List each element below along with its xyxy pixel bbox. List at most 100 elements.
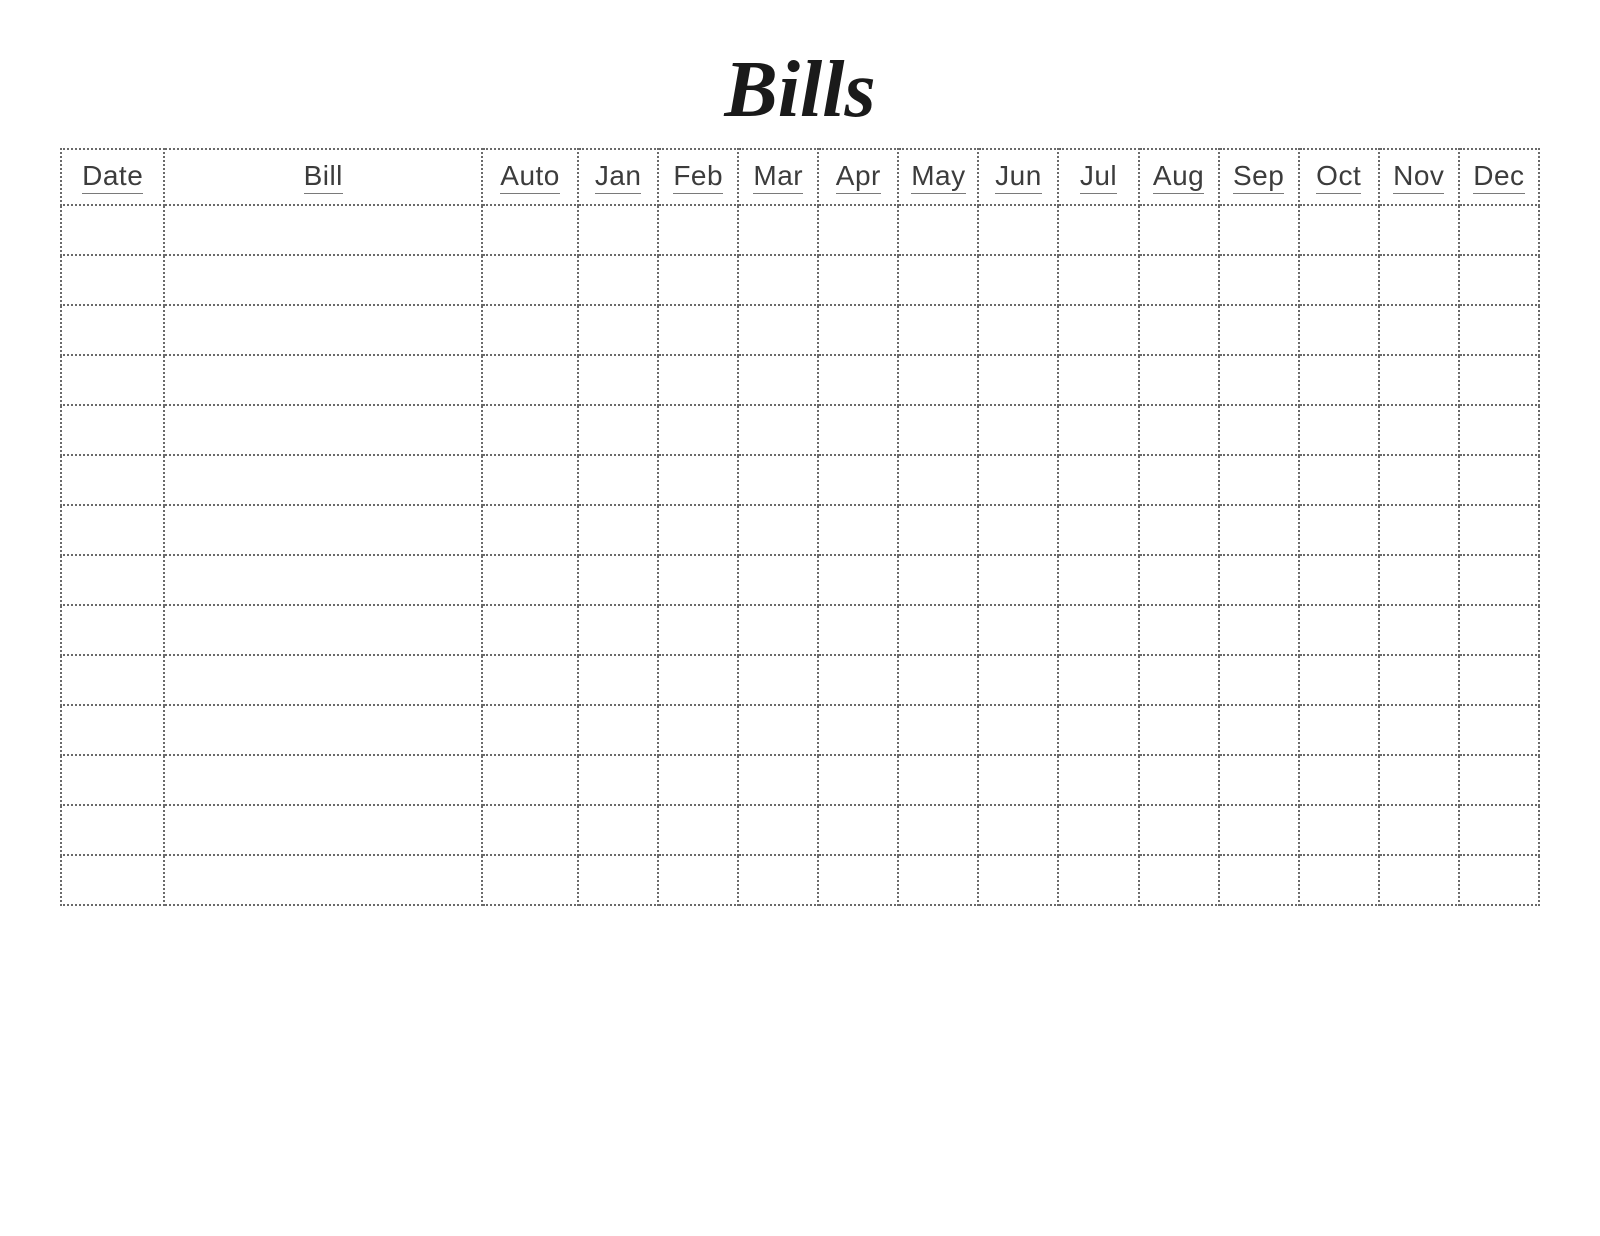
table-cell[interactable] — [738, 505, 818, 555]
table-cell[interactable] — [1139, 505, 1219, 555]
table-cell[interactable] — [818, 205, 898, 255]
table-cell[interactable] — [61, 755, 164, 805]
table-cell[interactable] — [1219, 355, 1299, 405]
table-cell[interactable] — [898, 305, 978, 355]
table-cell[interactable] — [1219, 255, 1299, 305]
table-cell[interactable] — [1379, 805, 1459, 855]
table-cell[interactable] — [578, 705, 658, 755]
table-cell[interactable] — [1139, 405, 1219, 455]
table-cell[interactable] — [578, 305, 658, 355]
table-cell[interactable] — [164, 555, 482, 605]
table-cell[interactable] — [898, 855, 978, 905]
table-cell[interactable] — [482, 705, 578, 755]
table-cell[interactable] — [1139, 255, 1219, 305]
table-cell[interactable] — [482, 405, 578, 455]
table-cell[interactable] — [482, 505, 578, 555]
table-cell[interactable] — [1058, 705, 1138, 755]
table-cell[interactable] — [1379, 655, 1459, 705]
table-cell[interactable] — [818, 655, 898, 705]
table-cell[interactable] — [1299, 455, 1379, 505]
table-cell[interactable] — [164, 655, 482, 705]
table-cell[interactable] — [61, 505, 164, 555]
table-cell[interactable] — [1299, 555, 1379, 605]
table-cell[interactable] — [1379, 555, 1459, 605]
table-cell[interactable] — [1139, 755, 1219, 805]
table-cell[interactable] — [1379, 505, 1459, 555]
table-cell[interactable] — [738, 855, 818, 905]
table-cell[interactable] — [978, 405, 1058, 455]
table-cell[interactable] — [1219, 855, 1299, 905]
table-cell[interactable] — [658, 405, 738, 455]
table-cell[interactable] — [61, 305, 164, 355]
table-cell[interactable] — [978, 855, 1058, 905]
table-cell[interactable] — [61, 855, 164, 905]
table-cell[interactable] — [978, 655, 1058, 705]
table-cell[interactable] — [818, 705, 898, 755]
table-cell[interactable] — [164, 205, 482, 255]
table-cell[interactable] — [1299, 355, 1379, 405]
table-cell[interactable] — [1299, 755, 1379, 805]
table-cell[interactable] — [978, 755, 1058, 805]
table-cell[interactable] — [482, 555, 578, 605]
table-cell[interactable] — [1139, 705, 1219, 755]
table-cell[interactable] — [482, 805, 578, 855]
table-cell[interactable] — [898, 805, 978, 855]
table-cell[interactable] — [1299, 655, 1379, 705]
table-cell[interactable] — [164, 455, 482, 505]
table-cell[interactable] — [578, 555, 658, 605]
table-cell[interactable] — [738, 355, 818, 405]
table-cell[interactable] — [1299, 605, 1379, 655]
table-cell[interactable] — [482, 255, 578, 305]
table-cell[interactable] — [818, 605, 898, 655]
table-cell[interactable] — [738, 405, 818, 455]
table-cell[interactable] — [578, 205, 658, 255]
table-cell[interactable] — [1299, 405, 1379, 455]
table-cell[interactable] — [1459, 605, 1539, 655]
table-cell[interactable] — [164, 255, 482, 305]
table-cell[interactable] — [1139, 605, 1219, 655]
table-cell[interactable] — [978, 505, 1058, 555]
table-cell[interactable] — [164, 305, 482, 355]
table-cell[interactable] — [898, 555, 978, 605]
table-cell[interactable] — [1058, 655, 1138, 705]
table-cell[interactable] — [578, 405, 658, 455]
table-cell[interactable] — [658, 305, 738, 355]
table-cell[interactable] — [818, 505, 898, 555]
table-cell[interactable] — [1139, 555, 1219, 605]
table-cell[interactable] — [818, 255, 898, 305]
table-cell[interactable] — [1299, 305, 1379, 355]
table-cell[interactable] — [578, 255, 658, 305]
table-cell[interactable] — [578, 455, 658, 505]
table-cell[interactable] — [61, 205, 164, 255]
table-cell[interactable] — [1219, 305, 1299, 355]
table-cell[interactable] — [978, 705, 1058, 755]
table-cell[interactable] — [898, 405, 978, 455]
table-cell[interactable] — [1459, 655, 1539, 705]
table-cell[interactable] — [898, 755, 978, 805]
table-cell[interactable] — [978, 255, 1058, 305]
table-cell[interactable] — [978, 605, 1058, 655]
table-cell[interactable] — [1139, 355, 1219, 405]
table-cell[interactable] — [1459, 505, 1539, 555]
table-cell[interactable] — [1299, 205, 1379, 255]
table-cell[interactable] — [1058, 205, 1138, 255]
table-cell[interactable] — [1459, 855, 1539, 905]
table-cell[interactable] — [738, 805, 818, 855]
table-cell[interactable] — [61, 455, 164, 505]
table-cell[interactable] — [1219, 455, 1299, 505]
table-cell[interactable] — [658, 505, 738, 555]
table-cell[interactable] — [1219, 405, 1299, 455]
table-cell[interactable] — [1379, 605, 1459, 655]
table-cell[interactable] — [1299, 505, 1379, 555]
table-cell[interactable] — [658, 655, 738, 705]
table-cell[interactable] — [578, 855, 658, 905]
table-cell[interactable] — [1139, 205, 1219, 255]
table-cell[interactable] — [61, 555, 164, 605]
table-cell[interactable] — [1058, 305, 1138, 355]
table-cell[interactable] — [818, 805, 898, 855]
table-cell[interactable] — [1379, 205, 1459, 255]
table-cell[interactable] — [898, 205, 978, 255]
table-cell[interactable] — [482, 455, 578, 505]
table-cell[interactable] — [658, 805, 738, 855]
table-cell[interactable] — [1379, 355, 1459, 405]
